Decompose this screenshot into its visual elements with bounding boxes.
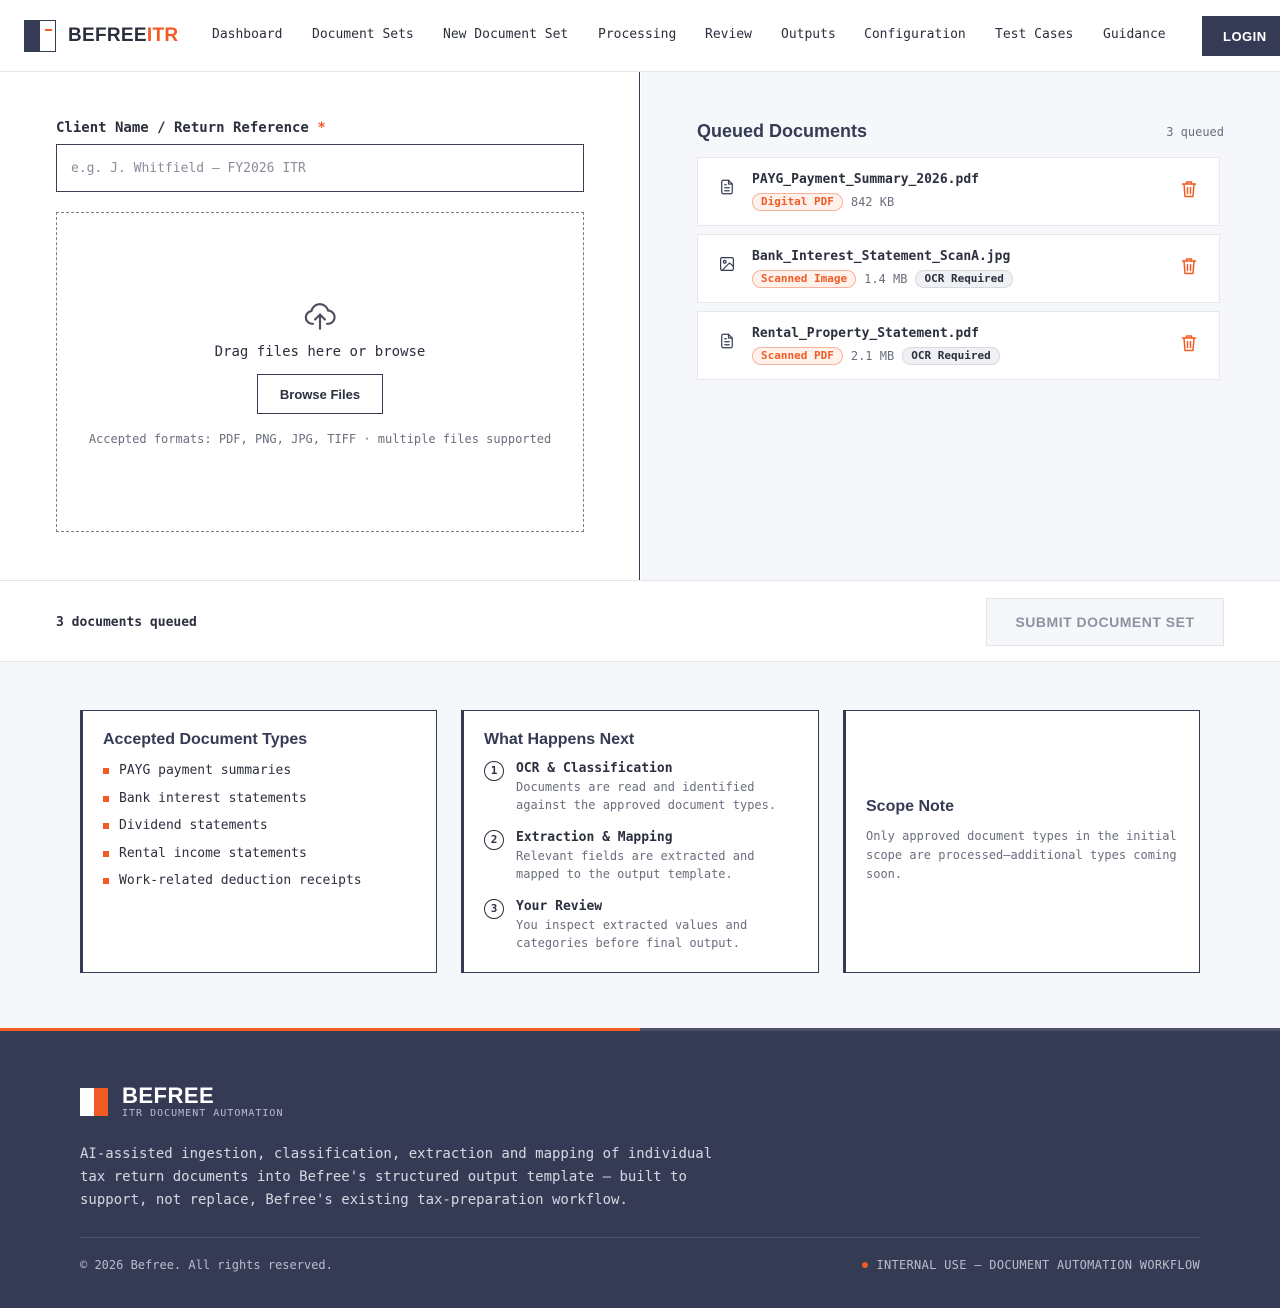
- bullet-icon: [103, 823, 109, 829]
- list-item-text: Rental income statements: [119, 846, 307, 861]
- list-item: PAYG payment summaries: [103, 763, 292, 778]
- scope-note-card: Scope Note Only approved document types …: [843, 710, 1200, 973]
- nav-new-document-set[interactable]: New Document Set: [443, 27, 568, 42]
- footer-divider-line: [640, 1028, 1280, 1031]
- queued-documents-title: Queued Documents: [697, 121, 868, 141]
- file-text-icon: [721, 333, 733, 349]
- step-description: Documents are read and identified agains…: [516, 780, 777, 812]
- document-meta: Scanned PDF 2.1 MB OCR Required: [752, 347, 1000, 365]
- document-name: Rental_Property_Statement.pdf: [752, 326, 979, 341]
- logo-icon[interactable]: [24, 20, 56, 52]
- document-type-badge: Scanned Image: [752, 270, 857, 288]
- file-dropzone[interactable]: Drag files here or browse Browse Files A…: [56, 212, 584, 532]
- client-label-text: Client Name / Return Reference: [56, 120, 309, 136]
- accepted-types-card: Accepted Document Types PAYG payment sum…: [80, 710, 437, 973]
- footer-accent-line: [0, 1028, 640, 1031]
- list-item-text: Dividend statements: [119, 818, 268, 833]
- trash-icon[interactable]: [1181, 257, 1197, 275]
- step-number: 3: [484, 899, 504, 919]
- card-title: What Happens Next: [484, 731, 635, 748]
- accepted-formats: Accepted formats: PDF, PNG, JPG, TIFF · …: [88, 432, 552, 446]
- list-item-text: Bank interest statements: [119, 791, 307, 806]
- step-number: 2: [484, 830, 504, 850]
- step-description: You inspect extracted values and categor…: [516, 918, 748, 950]
- ocr-required-badge: OCR Required: [902, 347, 1000, 365]
- bullet-icon: [103, 768, 109, 774]
- footer-description: AI-assisted ingestion, classification, e…: [80, 1146, 713, 1208]
- footer-internal-note: INTERNAL USE — DOCUMENT AUTOMATION WORKF…: [862, 1258, 1200, 1272]
- brand-name[interactable]: BEFREEITR: [68, 25, 178, 47]
- next-steps-card: What Happens Next 1 OCR & Classification…: [461, 710, 819, 973]
- document-type-badge: Digital PDF: [752, 193, 843, 211]
- nav-document-sets[interactable]: Document Sets: [312, 27, 414, 42]
- queued-document: Bank_Interest_Statement_ScanA.jpg Scanne…: [697, 234, 1220, 303]
- bullet-icon: [103, 878, 109, 884]
- footer-brand: BEFREE: [122, 1083, 215, 1108]
- file-text-icon: [721, 179, 733, 195]
- step-number: 1: [484, 761, 504, 781]
- footer-divider: [80, 1237, 1200, 1238]
- client-name-label: Client Name / Return Reference *: [56, 120, 326, 136]
- footer-logo-icon: [80, 1088, 108, 1116]
- internal-note-text: INTERNAL USE — DOCUMENT AUTOMATION WORKF…: [876, 1258, 1200, 1272]
- document-size: 1.4 MB: [864, 272, 908, 286]
- card-title: Accepted Document Types: [103, 731, 308, 748]
- image-icon: [720, 257, 734, 271]
- top-header: BEFREEITR Dashboard Document Sets New Do…: [0, 0, 1280, 72]
- cloud-upload-icon: [304, 303, 336, 330]
- document-meta: Scanned Image 1.4 MB OCR Required: [752, 270, 1013, 288]
- nav-configuration[interactable]: Configuration: [864, 27, 966, 42]
- step-title: Extraction & Mapping: [516, 830, 673, 845]
- list-item: Rental income statements: [103, 846, 307, 861]
- document-size: 842 KB: [850, 195, 895, 209]
- document-size: 2.1 MB: [850, 349, 895, 363]
- nav-dashboard[interactable]: Dashboard: [212, 27, 282, 42]
- step-title: Your Review: [516, 899, 603, 914]
- brand-accent: ITR: [146, 25, 179, 46]
- browse-files-button[interactable]: Browse Files: [257, 374, 383, 414]
- required-mark: *: [317, 120, 326, 136]
- footer: BEFREE ITR DOCUMENT AUTOMATION AI-assist…: [0, 1028, 1280, 1308]
- document-meta: Digital PDF 842 KB: [752, 193, 894, 211]
- submit-bar: 3 documents queued SUBMIT DOCUMENT SET: [0, 580, 1280, 662]
- bullet-icon: [103, 851, 109, 857]
- nav-test-cases[interactable]: Test Cases: [995, 27, 1073, 42]
- step-title: OCR & Classification: [516, 761, 673, 776]
- nav-outputs[interactable]: Outputs: [781, 27, 836, 42]
- document-name: PAYG_Payment_Summary_2026.pdf: [752, 172, 979, 187]
- trash-icon[interactable]: [1181, 334, 1197, 352]
- nav-review[interactable]: Review: [705, 27, 752, 42]
- list-item: Bank interest statements: [103, 791, 307, 806]
- footer-copyright: © 2026 Befree. All rights reserved.: [80, 1258, 333, 1272]
- document-name: Bank_Interest_Statement_ScanA.jpg: [752, 249, 1011, 264]
- queued-document: PAYG_Payment_Summary_2026.pdf Digital PD…: [697, 157, 1220, 226]
- footer-tagline: ITR DOCUMENT AUTOMATION: [122, 1108, 284, 1119]
- nav-processing[interactable]: Processing: [598, 27, 676, 42]
- trash-icon[interactable]: [1181, 180, 1197, 198]
- status-dot-icon: [862, 1261, 869, 1268]
- card-title: Scope Note: [866, 798, 955, 815]
- list-item: Work-related deduction receipts: [103, 873, 362, 888]
- nav-guidance[interactable]: Guidance: [1103, 27, 1166, 42]
- submit-document-set-button[interactable]: SUBMIT DOCUMENT SET: [986, 598, 1224, 646]
- client-name-input[interactable]: [56, 144, 584, 192]
- ocr-required-badge: OCR Required: [915, 270, 1013, 288]
- list-item: Dividend statements: [103, 818, 268, 833]
- document-type-badge: Scanned PDF: [752, 347, 843, 365]
- queued-summary: 3 documents queued: [56, 615, 197, 630]
- login-button[interactable]: LOGIN: [1202, 16, 1280, 56]
- brand-main: BEFREE: [68, 25, 147, 46]
- step-description: Relevant fields are extracted and mapped…: [516, 849, 755, 881]
- queued-document: Rental_Property_Statement.pdf Scanned PD…: [697, 311, 1220, 380]
- list-item-text: PAYG payment summaries: [119, 763, 292, 778]
- scope-note-text: Only approved document types in the init…: [866, 829, 1177, 881]
- queued-count: 3 queued: [1166, 125, 1224, 139]
- bullet-icon: [103, 796, 109, 802]
- drop-instructions: Drag files here or browse: [214, 344, 426, 360]
- list-item-text: Work-related deduction receipts: [119, 873, 362, 888]
